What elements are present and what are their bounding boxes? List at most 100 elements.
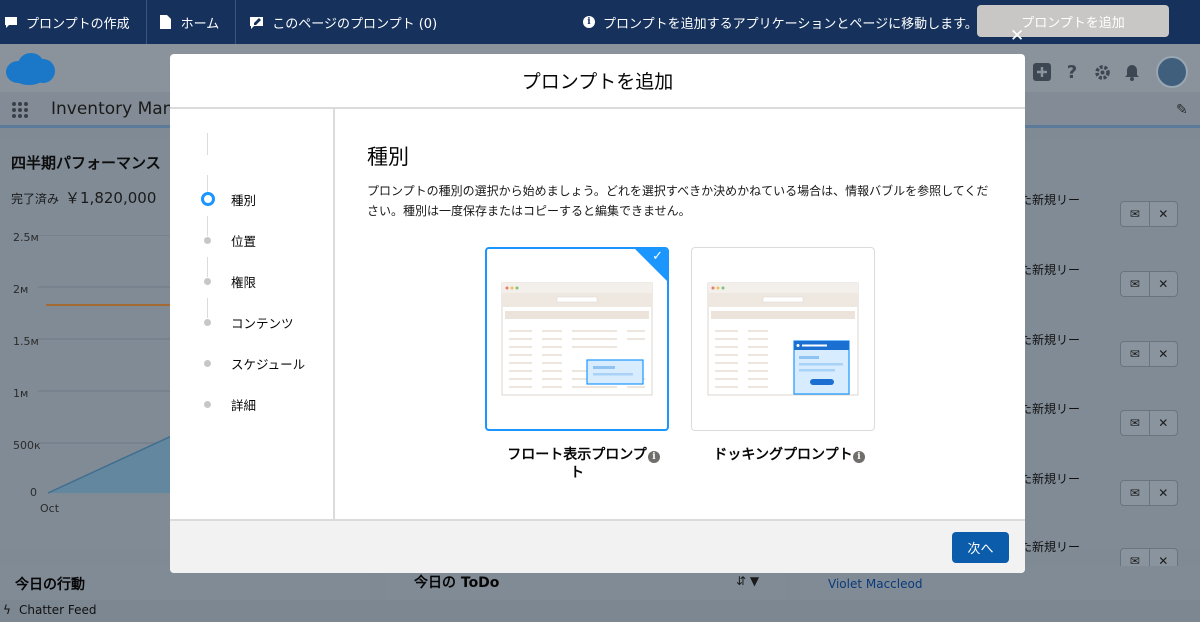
- notification-text: た新規リー: [1020, 540, 1081, 554]
- header-utilities: ?: [1032, 56, 1188, 88]
- dismiss-icon[interactable]: ✕: [1148, 411, 1178, 435]
- notification-text: た新規リー: [1020, 333, 1081, 347]
- docked-prompt-label: ドッキングプロンプト: [691, 446, 875, 464]
- floating-prompt-text: フロート表示プロンプト: [507, 447, 647, 481]
- y-tick: 1.5м: [13, 335, 39, 348]
- modal-title: プロンプトを追加: [170, 54, 1025, 109]
- email-icon[interactable]: ✉: [1121, 342, 1149, 366]
- perf-title: 四半期パフォーマンス: [11, 154, 161, 172]
- completed-summary: 完了済み ￥1,820,000: [11, 187, 156, 208]
- step-label: 種別: [231, 193, 257, 208]
- next-button[interactable]: 次へ: [952, 532, 1009, 563]
- cloud-logo-icon: [6, 53, 55, 85]
- modal-body: 種別 位置 権限 コンテンツ スケジュール 詳細 種別 プロンプトの種別の選択か…: [170, 109, 1025, 519]
- lightning-icon: ϟ: [3, 603, 11, 617]
- help-icon[interactable]: ?: [1062, 62, 1082, 83]
- notification-text: た新規リー: [1020, 193, 1081, 207]
- chat-icon: [4, 15, 18, 29]
- y-tick: 1м: [13, 387, 29, 400]
- dismiss-icon[interactable]: ✕: [1148, 481, 1178, 505]
- notification-actions: ✉ ✕: [1120, 480, 1178, 506]
- section-description: プロンプトの種別の選択から始めましょう。どれを選択すべきか決めかねている場合は、…: [367, 184, 989, 218]
- step-indicator: [204, 237, 211, 244]
- notification-item: た新規リー ✉ ✕: [1010, 331, 1200, 377]
- navigate-message: i プロンプトを追加するアプリケーションとページに移動します。: [583, 0, 978, 44]
- chatter-feed-bar[interactable]: ϟ Chatter Feed: [0, 600, 1200, 622]
- step-indicator: [204, 401, 211, 408]
- create-prompt-label: プロンプトの作成: [26, 16, 130, 32]
- step-label: スケジュール: [231, 357, 306, 372]
- info-icon: i: [583, 16, 595, 28]
- chatter-label: Chatter Feed: [19, 603, 97, 617]
- notification-item: た新規リー ✉ ✕: [1010, 191, 1200, 237]
- app-launcher-icon[interactable]: [12, 102, 28, 118]
- quarterly-performance-card: 四半期パフォーマンス 完了済み ￥1,820,000 2.5м 2м 1.5м 1…: [0, 140, 185, 550]
- y-tick: 0: [30, 486, 37, 499]
- email-icon[interactable]: ✉: [1121, 481, 1149, 505]
- today-todo-title: 今日の ToDo: [414, 575, 500, 591]
- step-content-panel: 種別 プロンプトの種別の選択から始めましょう。どれを選択すべきか決めかねている場…: [337, 109, 1025, 519]
- step-schedule[interactable]: スケジュール: [170, 353, 335, 373]
- step-indicator: [204, 360, 211, 367]
- dismiss-icon[interactable]: ✕: [1148, 342, 1178, 366]
- docked-prompt-text: ドッキングプロンプト: [713, 447, 853, 463]
- dismiss-icon[interactable]: ✕: [1148, 202, 1178, 226]
- wizard-steps: 種別 位置 権限 コンテンツ スケジュール 詳細: [170, 109, 335, 519]
- page-prompts-label: このページのプロンプト (0): [272, 16, 438, 32]
- notifications-card: た新規リー ✉ ✕ た新規リー ✉ ✕ た新規リー ✉ ✕ た新規リー ✉ ✕ た新規リ…: [1010, 140, 1200, 574]
- step-type[interactable]: 種別: [170, 189, 335, 209]
- notification-item: た新規リー ✉ ✕: [1010, 261, 1200, 307]
- email-icon[interactable]: ✉: [1121, 411, 1149, 435]
- step-active-indicator: [201, 192, 215, 206]
- step-label: コンテンツ: [231, 316, 294, 331]
- email-icon[interactable]: ✉: [1121, 202, 1149, 226]
- close-icon[interactable]: ✕: [1010, 28, 1024, 45]
- step-content[interactable]: コンテンツ: [170, 312, 335, 332]
- user-avatar[interactable]: [1156, 56, 1188, 88]
- notification-item: た新規リー ✉ ✕: [1010, 400, 1200, 446]
- y-tick: 500к: [13, 439, 41, 452]
- notification-actions: ✉ ✕: [1120, 201, 1178, 227]
- docked-prompt-illustration: [707, 282, 859, 396]
- add-prompt-button[interactable]: プロンプトを追加: [977, 5, 1169, 37]
- docked-prompt-info-icon[interactable]: i: [853, 451, 865, 463]
- step-location[interactable]: 位置: [170, 230, 335, 250]
- home-label: ホーム: [180, 16, 220, 32]
- notification-bell-icon[interactable]: [1122, 62, 1142, 82]
- notification-text: た新規リー: [1020, 472, 1081, 486]
- step-details[interactable]: 詳細: [170, 394, 335, 414]
- floating-prompt-label: フロート表示プロンプト: [485, 446, 669, 482]
- modal-footer: 次へ: [170, 519, 1025, 573]
- floating-prompt-illustration: [501, 282, 653, 396]
- app-name: Inventory Mana: [51, 99, 184, 119]
- step-label: 位置: [231, 234, 257, 249]
- notification-item: た新規リー ✉ ✕: [1010, 470, 1200, 516]
- y-tick: 2.5м: [13, 231, 39, 244]
- step-connector: [207, 133, 208, 155]
- today-actions-title: 今日の行動: [15, 577, 85, 593]
- y-tick: 2м: [13, 283, 29, 296]
- x-tick: Oct: [40, 502, 60, 515]
- page-icon: [159, 15, 173, 29]
- step-permissions[interactable]: 権限: [170, 271, 335, 291]
- floating-prompt-info-icon[interactable]: i: [648, 451, 660, 463]
- home-button[interactable]: ホーム: [147, 0, 237, 44]
- create-prompt-button[interactable]: プロンプトの作成: [0, 0, 147, 44]
- setup-gear-icon[interactable]: [1092, 62, 1112, 82]
- section-heading: 種別: [367, 145, 409, 169]
- docked-prompt-option[interactable]: [691, 247, 875, 431]
- edit-pencil-icon[interactable]: ✎: [1176, 102, 1188, 118]
- sort-dropdown-icon[interactable]: ⇵ ▼: [736, 574, 759, 588]
- add-icon[interactable]: [1032, 62, 1052, 82]
- completed-label: 完了済み: [11, 192, 60, 206]
- contact-link[interactable]: Violet Maccleod: [828, 577, 922, 591]
- step-indicator: [204, 319, 211, 326]
- navigate-message-text: プロンプトを追加するアプリケーションとページに移動します。: [603, 16, 978, 32]
- dismiss-icon[interactable]: ✕: [1148, 272, 1178, 296]
- page-prompts-button[interactable]: このページのプロンプト (0): [236, 0, 453, 44]
- floating-prompt-option[interactable]: ✓: [485, 247, 669, 431]
- add-prompt-modal: プロンプトを追加 種別 位置 権限 コンテンツ スケジュール 詳細 種別 プロン…: [170, 54, 1025, 573]
- email-icon[interactable]: ✉: [1121, 272, 1149, 296]
- step-label: 詳細: [231, 398, 257, 413]
- step-label: 権限: [231, 275, 257, 290]
